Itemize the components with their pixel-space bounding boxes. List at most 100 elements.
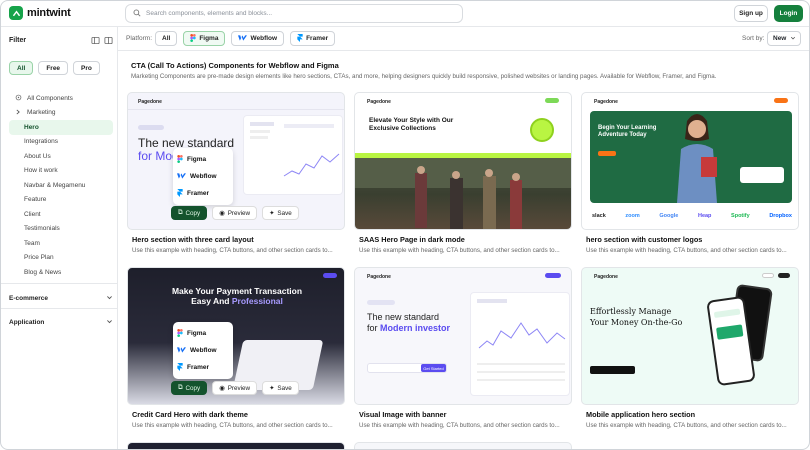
thumb-person — [667, 109, 727, 203]
thumb-headline: The new standard for Modern investor — [367, 312, 451, 333]
filter-all[interactable]: All — [9, 61, 34, 75]
copy-button[interactable]: ⧉ Copy — [171, 381, 208, 395]
copy-icon: ⧉ — [178, 384, 183, 391]
thumb-cta — [323, 273, 337, 278]
component-card[interactable]: Pagedone Elevate Your Style with Our Exc… — [354, 92, 572, 254]
sidebar-item-integrations[interactable]: Integrations — [9, 135, 113, 150]
divider — [1, 283, 117, 284]
card-title[interactable]: hero section with customer logos — [586, 235, 702, 244]
card-title[interactable]: Visual Image with banner — [359, 410, 446, 419]
logo-text: mintwint — [27, 7, 71, 19]
card-thumbnail[interactable]: Make Your Payment Transaction Easy And P… — [127, 267, 345, 405]
sidebar-item-team[interactable]: Team — [9, 236, 113, 251]
divider — [1, 308, 117, 309]
card-thumbnail[interactable]: Pagedone Elevate Your Style with Our Exc… — [354, 92, 572, 230]
save-button[interactable]: ✦ Save — [262, 206, 299, 220]
sidebar-item-testimonials[interactable]: Testimonials — [9, 222, 113, 237]
component-card[interactable]: Pagedone Begin Your Learning Adventure T… — [581, 92, 799, 254]
copy-button[interactable]: ⧉ Copy — [171, 206, 208, 220]
thumb-badge — [138, 125, 164, 130]
popup-framer[interactable]: Framer — [177, 359, 229, 376]
platform-figma[interactable]: Figma — [183, 31, 226, 46]
search-input[interactable] — [146, 10, 446, 17]
tree-marketing[interactable]: Marketing — [9, 106, 113, 121]
platform-webflow[interactable]: Webflow — [231, 31, 285, 46]
preview-button[interactable]: ◉ Preview — [212, 381, 258, 395]
card-title[interactable]: Mobile application hero section — [586, 410, 695, 419]
popup-figma[interactable]: Figma — [177, 151, 229, 168]
sidebar-item-hero[interactable]: Hero — [9, 120, 113, 135]
component-card-partial[interactable] — [354, 442, 572, 449]
platform-options: All Figma Webflow Framer — [155, 31, 336, 46]
card-thumbnail[interactable]: Pagedone The new standard for Modern inv… — [354, 267, 572, 405]
card-title[interactable]: Credit Card Hero with dark theme — [132, 410, 248, 419]
thumb-brand: Pagedone — [138, 99, 162, 105]
component-card[interactable]: Make Your Payment Transaction Easy And P… — [127, 267, 345, 429]
card-thumbnail[interactable]: Pagedone The new standard for Mod Figma … — [127, 92, 345, 230]
popup-webflow[interactable]: Webflow — [177, 342, 229, 359]
sidebar-item-feature[interactable]: Feature — [9, 193, 113, 208]
page-title: CTA (Call To Actions) Components for Web… — [131, 61, 339, 70]
thumb-headline: Begin Your Learning Adventure Today — [598, 125, 657, 138]
search-icon — [133, 9, 141, 19]
figma-icon — [190, 33, 196, 44]
sidebar-item-client[interactable]: Client — [9, 207, 113, 222]
thumb-brand: Pagedone — [594, 99, 618, 105]
sidebar-item-navbar[interactable]: Navbar & Megamenu — [9, 178, 113, 193]
thumb-dashboard — [470, 292, 570, 396]
signup-button[interactable]: Sign up — [734, 5, 768, 22]
thumb-badge — [367, 300, 395, 305]
popup-figma[interactable]: Figma — [177, 325, 229, 342]
card-thumbnail[interactable]: Pagedone Begin Your Learning Adventure T… — [581, 92, 799, 230]
card-title[interactable]: Hero section with three card layout — [132, 235, 254, 244]
filter-free[interactable]: Free — [38, 61, 69, 75]
sparkle-icon: ✦ — [269, 384, 275, 392]
chevron-down-icon — [790, 35, 796, 43]
thumb-headline: Make Your Payment Transaction Easy And P… — [171, 286, 303, 306]
platform-all[interactable]: All — [155, 31, 178, 46]
components-icon — [15, 94, 22, 103]
thumb-brand: Pagedone — [367, 99, 391, 105]
preview-button[interactable]: ◉ Preview — [212, 206, 258, 220]
card-thumbnail[interactable]: Pagedone Effortlessly Manage Your Money … — [581, 267, 799, 405]
thumb-button — [598, 151, 616, 156]
card-description: Use this example with heading, CTA butto… — [132, 247, 333, 254]
filter-sidebar: Filter All Free Pro All Components Marke… — [1, 27, 118, 449]
component-card-partial[interactable] — [127, 442, 345, 449]
tree-all-components[interactable]: All Components — [9, 91, 113, 106]
thumb-login — [762, 273, 774, 278]
login-button[interactable]: Login — [774, 5, 803, 22]
card-title[interactable]: SAAS Hero Page in dark mode — [359, 235, 465, 244]
main-content: Platform: All Figma Webflow Framer Sort … — [118, 27, 809, 449]
save-button[interactable]: ✦ Save — [262, 381, 299, 395]
popup-framer[interactable]: Framer — [177, 185, 229, 202]
popup-webflow[interactable]: Webflow — [177, 168, 229, 185]
component-card[interactable]: Pagedone The new standard for Mod Figma … — [127, 92, 345, 254]
section-application[interactable]: Application — [9, 318, 113, 327]
section-ecommerce[interactable]: E-commerce — [9, 294, 113, 303]
sidebar-view-toggles — [91, 36, 113, 47]
pricing-filter: All Free Pro — [9, 61, 100, 75]
sidebar-item-blog-news[interactable]: Blog & News — [9, 265, 113, 280]
search-bar[interactable] — [125, 4, 463, 23]
thumb-cta — [774, 98, 788, 103]
card-description: Use this example with heading, CTA butto… — [359, 422, 560, 429]
platform-popup: Figma Webflow Framer — [173, 322, 233, 379]
component-card[interactable]: Pagedone The new standard for Modern inv… — [354, 267, 572, 429]
category-tree: All Components Marketing Hero Integratio… — [9, 91, 113, 280]
sidebar-item-how-it-work[interactable]: How it work — [9, 164, 113, 179]
filter-pro[interactable]: Pro — [73, 61, 100, 75]
card-description: Use this example with heading, CTA butto… — [586, 422, 787, 429]
logo[interactable]: mintwint — [9, 6, 71, 20]
card-actions: ⧉ Copy ◉ Preview ✦ Save — [171, 206, 299, 220]
chevron-down-icon — [106, 294, 113, 303]
chevron-right-icon — [15, 109, 21, 117]
grid-layout-icon[interactable] — [104, 36, 113, 47]
sidebar-item-about-us[interactable]: About Us — [9, 149, 113, 164]
sidebar-item-price-plan[interactable]: Price Plan — [9, 251, 113, 266]
platform-label: Platform: — [126, 35, 153, 42]
panel-layout-icon[interactable] — [91, 36, 100, 47]
platform-framer[interactable]: Framer — [290, 31, 336, 46]
sort-select[interactable]: New — [767, 31, 801, 46]
component-card[interactable]: Pagedone Effortlessly Manage Your Money … — [581, 267, 799, 429]
